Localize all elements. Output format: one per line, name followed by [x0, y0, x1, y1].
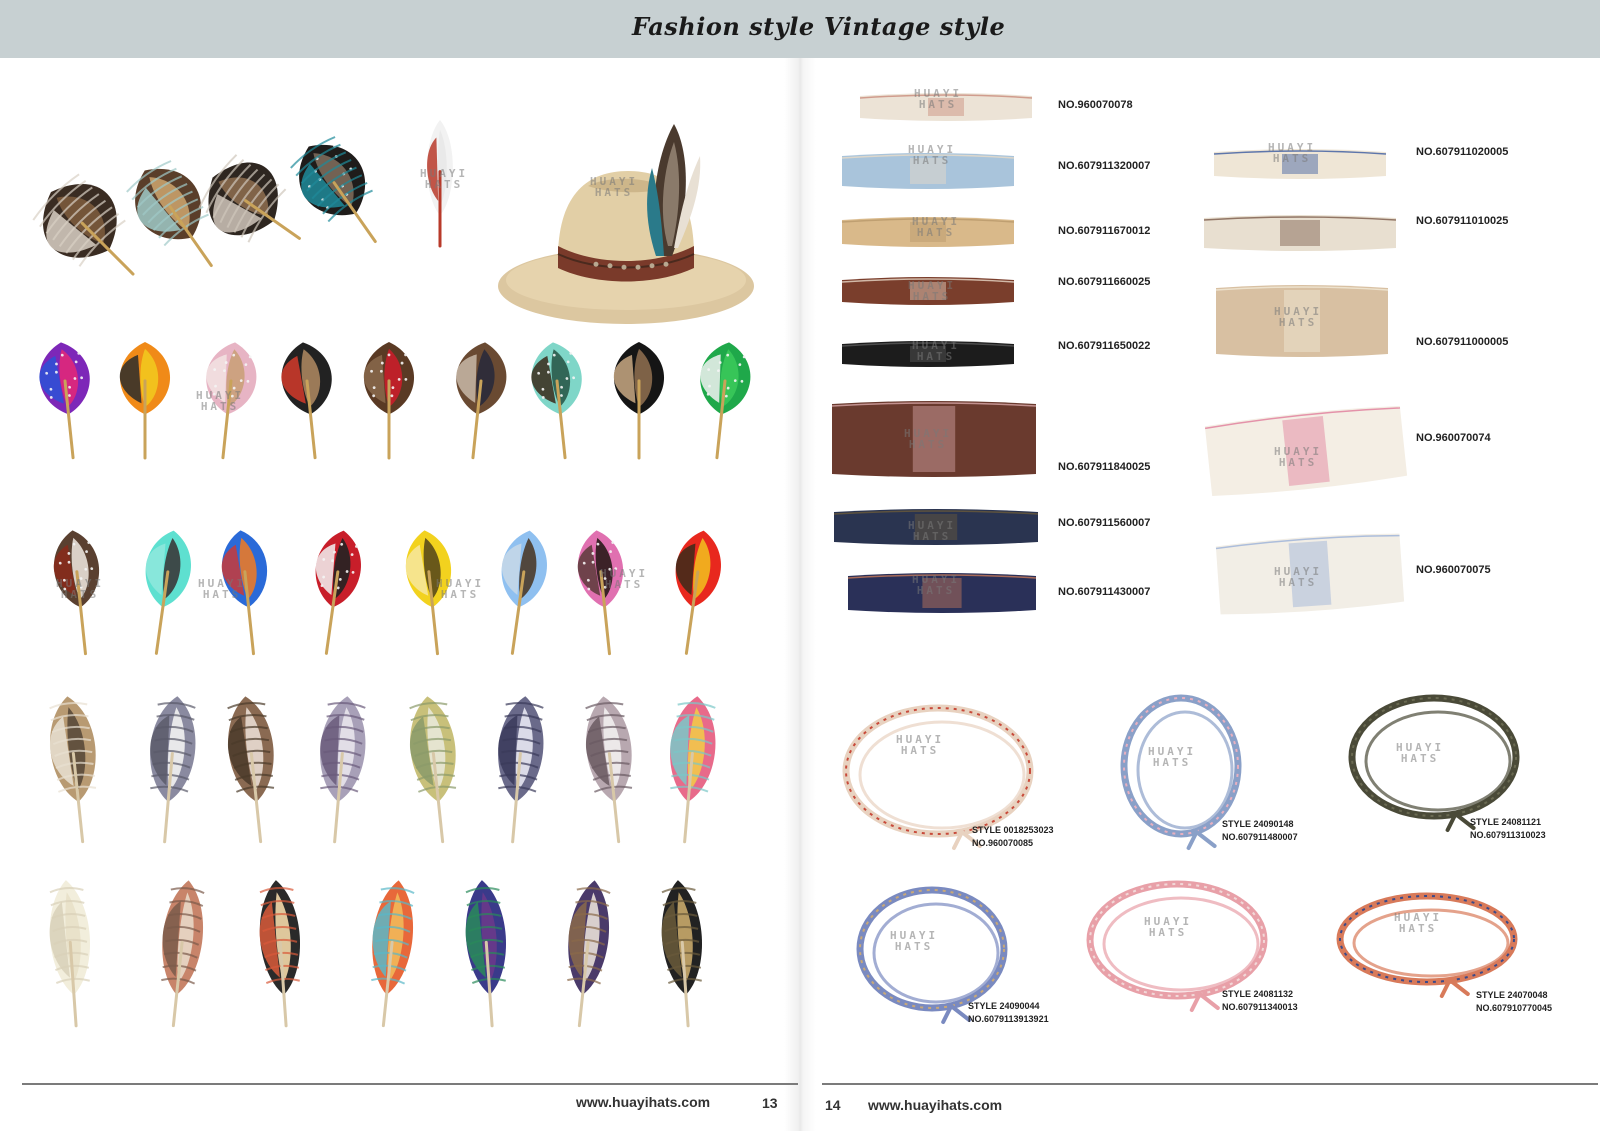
feather-row2-item — [440, 340, 518, 460]
feather-row2-item — [106, 340, 184, 460]
left-page: HUAYI HATS HUAYI HATS HUAYI HATS HUAYI HATS HUAY… — [0, 58, 800, 1131]
right-page: NO.960070078 NO.607911320007 NO.6079116700… — [800, 58, 1600, 1131]
footer-url-left[interactable]: www.huayihats.com — [576, 1094, 710, 1110]
page-number-left: 13 — [762, 1095, 778, 1111]
hatband-number-label: NO.607911840025 — [1058, 461, 1151, 473]
hatband-number-label: NO.607911560007 — [1058, 517, 1151, 529]
feather-row3-item — [660, 528, 730, 656]
footer-rule-right — [822, 1083, 1598, 1085]
hat-cord-style-label: STYLE 24090148 — [1222, 819, 1294, 829]
book-spine — [784, 58, 816, 1131]
hat-cord-style-label: STYLE 0018253023 — [972, 825, 1054, 835]
feather-row5-item — [250, 878, 312, 1028]
header-bar: Fashion style Vintage style — [0, 0, 1600, 58]
feather-row3-item — [212, 528, 282, 656]
feather-row4-item — [400, 694, 470, 844]
hatband-item — [1214, 530, 1406, 618]
hatband-item — [1210, 142, 1390, 186]
hat-cord-number-label: NO.607911480007 — [1222, 832, 1298, 842]
feather-row2-item — [350, 340, 428, 460]
hat-cord-number-label: NO.6079113913921 — [968, 1014, 1049, 1024]
feather-row4-item — [136, 694, 206, 844]
hatband-item — [1200, 208, 1400, 258]
feather-row3-item — [44, 528, 114, 656]
hat-cord-style-label: STYLE 24090044 — [968, 1001, 1040, 1011]
hat-cord-number-label: NO.607911310023 — [1470, 830, 1546, 840]
hat-cord-style-label: STYLE 24070048 — [1476, 990, 1548, 1000]
feather-row4-item — [656, 694, 726, 844]
feather-row3-item — [486, 528, 556, 656]
hatband-number-label: NO.960070075 — [1416, 564, 1491, 576]
hatband-item — [838, 270, 1018, 312]
feather-row5-item — [556, 878, 618, 1028]
hatband-number-label: NO.607911000005 — [1416, 336, 1509, 348]
hatband-number-label: NO.607911670012 — [1058, 225, 1151, 237]
hat-cord-number-label: NO.607910770045 — [1476, 1003, 1553, 1013]
feather-row5-item — [652, 878, 714, 1028]
feather-row5-item — [360, 878, 422, 1028]
feather-row4-item — [576, 694, 646, 844]
feather-row2-item — [520, 340, 598, 460]
hatband-number-label: NO.607911020005 — [1416, 146, 1509, 158]
hatband-item — [1204, 405, 1408, 497]
hatband-number-label: NO.607911010025 — [1416, 215, 1509, 227]
hatband-number-label: NO.607911650022 — [1058, 340, 1151, 352]
feather-row4-item — [40, 694, 110, 844]
feather-row2-item — [190, 340, 268, 460]
hatband-item — [838, 210, 1018, 254]
hatband-item — [1212, 278, 1392, 364]
hatband-item — [856, 86, 1036, 128]
cowboy-hat-with-feather — [496, 116, 764, 336]
hat-cord-item — [1332, 884, 1522, 998]
feather-row2-item — [28, 340, 106, 460]
hatband-item — [830, 502, 1042, 552]
page-title-vintage-style: Vintage style — [824, 12, 1006, 41]
feather-row1-item — [290, 134, 392, 254]
footer-rule-left — [22, 1083, 798, 1085]
feather-row4-item — [218, 694, 288, 844]
feather-row1-item — [420, 118, 460, 248]
feather-row5-item — [456, 878, 518, 1028]
page-title-fashion-style: Fashion style — [632, 12, 815, 41]
feather-row2-item — [600, 340, 678, 460]
feather-row5-item — [40, 878, 102, 1028]
hatband-number-label: NO.607911320007 — [1058, 160, 1151, 172]
hatband-number-label: NO.960070078 — [1058, 99, 1133, 111]
page-number-right: 14 — [825, 1097, 841, 1113]
feather-row2-item — [270, 340, 348, 460]
feather-row3-item — [396, 528, 466, 656]
hatband-item — [844, 566, 1040, 620]
hatband-item — [828, 394, 1040, 484]
hat-cord-number-label: NO.960070085 — [972, 838, 1034, 848]
feather-row5-item — [150, 878, 212, 1028]
footer-url-right[interactable]: www.huayihats.com — [868, 1097, 1002, 1113]
feather-row4-item — [484, 694, 554, 844]
hat-cord-item — [1344, 686, 1524, 832]
feather-row2-item — [684, 340, 762, 460]
hatband-item — [838, 334, 1018, 374]
hatband-number-label: NO.607911660025 — [1058, 276, 1151, 288]
feather-row3-item — [130, 528, 200, 656]
hat-cord-number-label: NO.607911340013 — [1222, 1002, 1298, 1012]
feather-row4-item — [306, 694, 376, 844]
feather-row3-item — [568, 528, 638, 656]
hatband-item — [838, 146, 1018, 196]
hatband-number-label: NO.607911430007 — [1058, 586, 1151, 598]
hatband-number-label: NO.960070074 — [1416, 432, 1491, 444]
hat-cord-style-label: STYLE 24081132 — [1222, 989, 1294, 999]
feather-row3-item — [300, 528, 370, 656]
hat-cord-style-label: STYLE 24081121 — [1470, 817, 1542, 827]
